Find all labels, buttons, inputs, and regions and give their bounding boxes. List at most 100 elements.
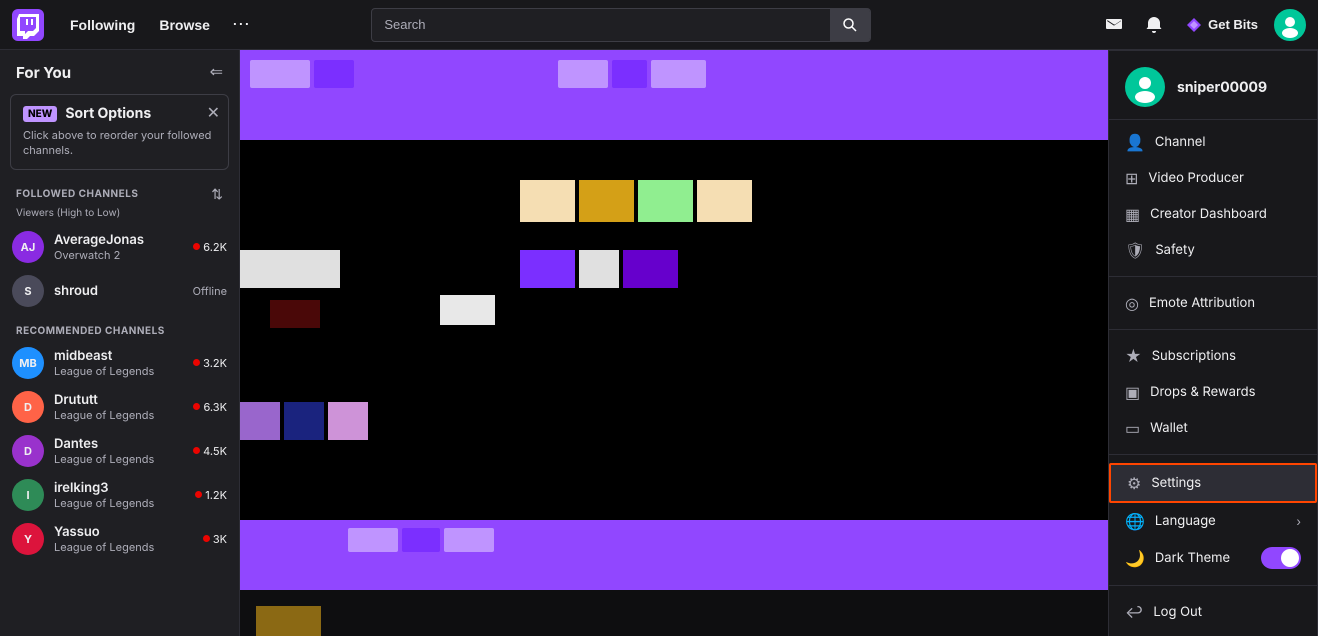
channel-name: irelking3 <box>54 480 185 496</box>
list-item[interactable]: I irelking3 League of Legends 1.2K <box>0 473 239 517</box>
dropdown-divider-3 <box>1109 454 1317 455</box>
sidebar-title: For You <box>16 63 71 82</box>
dropdown-avatar <box>1125 67 1165 107</box>
list-item[interactable]: AJ AverageJonas Overwatch 2 6.2K <box>0 225 239 269</box>
dropdown-divider-4 <box>1109 585 1317 586</box>
purple-block <box>250 60 310 88</box>
color-block <box>284 402 324 440</box>
dropdown-item-settings[interactable]: ⚙ Settings <box>1109 463 1317 503</box>
inbox-icon-button[interactable] <box>1098 9 1130 41</box>
dropdown-item-dark-theme[interactable]: 🌙 Dark Theme <box>1109 539 1317 577</box>
purple-block <box>348 528 398 552</box>
sort-options-description: Click above to reorder your followed cha… <box>23 128 216 159</box>
dropdown-item-creator-dashboard[interactable]: ▦ Creator Dashboard <box>1109 196 1317 232</box>
dropdown-item-language[interactable]: 🌐 Language › <box>1109 503 1317 539</box>
color-strip-2 <box>240 250 340 288</box>
twitch-logo[interactable] <box>12 9 44 41</box>
channel-game: Overwatch 2 <box>54 248 183 262</box>
list-item[interactable]: MB midbeast League of Legends 3.2K <box>0 341 239 385</box>
more-nav-button[interactable]: ⋯ <box>224 8 258 41</box>
dropdown-item-label: Dark Theme <box>1155 550 1230 566</box>
channel-viewers: 6.3K <box>193 400 227 414</box>
live-indicator <box>195 491 202 498</box>
wallet-icon: ▭ <box>1125 418 1140 438</box>
dropdown-item-label: Channel <box>1155 134 1206 150</box>
dropdown-item-wallet[interactable]: ▭ Wallet <box>1109 410 1317 446</box>
color-block <box>240 250 340 288</box>
dropdown-username: sniper00009 <box>1177 79 1267 96</box>
purple-block <box>402 528 440 552</box>
channel-info: Yassuo League of Legends <box>54 524 193 554</box>
dropdown-item-label: Language <box>1155 513 1216 529</box>
sort-options-banner: NEW Sort Options ✕ Click above to reorde… <box>10 94 229 170</box>
color-block <box>328 402 368 440</box>
sort-options-close-button[interactable]: ✕ <box>207 103 220 123</box>
get-bits-label: Get Bits <box>1208 17 1258 32</box>
color-block <box>240 402 280 440</box>
new-badge: NEW <box>23 106 57 122</box>
channel-name: AverageJonas <box>54 232 183 248</box>
list-item[interactable]: D Dantes League of Legends 4.5K <box>0 429 239 473</box>
get-bits-button[interactable]: Get Bits <box>1178 13 1266 37</box>
following-nav-link[interactable]: Following <box>60 11 145 39</box>
dark-theme-toggle[interactable] <box>1261 547 1301 569</box>
search-input[interactable] <box>384 17 830 32</box>
dropdown-item-label: Wallet <box>1150 420 1188 436</box>
channel-info: midbeast League of Legends <box>54 348 183 378</box>
dropdown-item-drops-rewards[interactable]: ▣ Drops & Rewards <box>1109 374 1317 410</box>
channel-name: Drututt <box>54 392 183 408</box>
color-block <box>579 250 619 288</box>
channel-info: shroud <box>54 283 183 299</box>
dropdown-item-channel[interactable]: 👤 Channel <box>1109 124 1317 160</box>
list-item[interactable]: D Drututt League of Legends 6.3K <box>0 385 239 429</box>
channel-game: League of Legends <box>54 364 183 378</box>
dropdown-section-main: 👤 Channel ⊞ Video Producer ▦ Creator Das… <box>1109 120 1317 272</box>
dropdown-item-label: Creator Dashboard <box>1150 206 1267 222</box>
browse-nav-link[interactable]: Browse <box>149 11 220 39</box>
sort-order-button[interactable]: ⇅ <box>211 186 223 203</box>
search-submit-button[interactable] <box>830 8 870 42</box>
dropdown-item-log-out[interactable]: ↩ Log Out <box>1109 594 1317 630</box>
color-strip-4 <box>240 402 368 440</box>
channel-info: AverageJonas Overwatch 2 <box>54 232 183 262</box>
color-strip-3 <box>520 250 678 288</box>
toggle-knob <box>1281 549 1299 567</box>
color-block <box>520 180 575 222</box>
settings-icon: ⚙ <box>1127 473 1141 493</box>
dropdown-item-emote-attribution[interactable]: ◎ Emote Attribution <box>1109 285 1317 321</box>
dropdown-divider <box>1109 276 1317 277</box>
dropdown-item-label: Video Producer <box>1148 170 1243 186</box>
chevron-right-icon: › <box>1296 514 1301 529</box>
language-icon: 🌐 <box>1125 511 1145 531</box>
dropdown-item-video-producer[interactable]: ⊞ Video Producer <box>1109 160 1317 196</box>
channel-game: League of Legends <box>54 540 193 554</box>
footer-color-blocks <box>256 606 321 636</box>
channel-viewers: 4.5K <box>193 444 227 458</box>
list-item[interactable]: S shroud Offline <box>0 269 239 313</box>
color-block <box>697 180 752 222</box>
color-strip-1 <box>520 180 752 222</box>
dropdown-item-safety[interactable]: 🛡 Safety <box>1109 232 1317 268</box>
avatar: D <box>12 435 44 467</box>
purple-block <box>612 60 647 88</box>
dropdown-item-label: Subscriptions <box>1152 348 1236 364</box>
channel-name: Yassuo <box>54 524 193 540</box>
user-avatar-button[interactable] <box>1274 9 1306 41</box>
dropdown-section-logout: ↩ Log Out <box>1109 590 1317 634</box>
dropdown-item-label: Safety <box>1155 242 1194 258</box>
recommended-channels-section-label: RECOMMENDED CHANNELS <box>0 313 239 341</box>
creator-dashboard-icon: ▦ <box>1125 204 1140 224</box>
purple-block <box>314 60 354 88</box>
list-item[interactable]: Y Yassuo League of Legends 3K <box>0 517 239 561</box>
notifications-icon-button[interactable] <box>1138 9 1170 41</box>
channel-offline-status: Offline <box>193 284 227 298</box>
live-indicator <box>203 535 210 542</box>
avatar: MB <box>12 347 44 379</box>
drops-rewards-icon: ▣ <box>1125 382 1140 402</box>
followed-channels-section-label: FOLLOWED CHANNELS ⇅ <box>0 178 239 207</box>
dropdown-section-account: ★ Subscriptions ▣ Drops & Rewards ▭ Wall… <box>1109 334 1317 450</box>
dropdown-item-subscriptions[interactable]: ★ Subscriptions <box>1109 338 1317 374</box>
sidebar-collapse-button[interactable]: ⇐ <box>210 62 223 82</box>
search-bar <box>371 8 871 42</box>
purple-block <box>558 60 608 88</box>
